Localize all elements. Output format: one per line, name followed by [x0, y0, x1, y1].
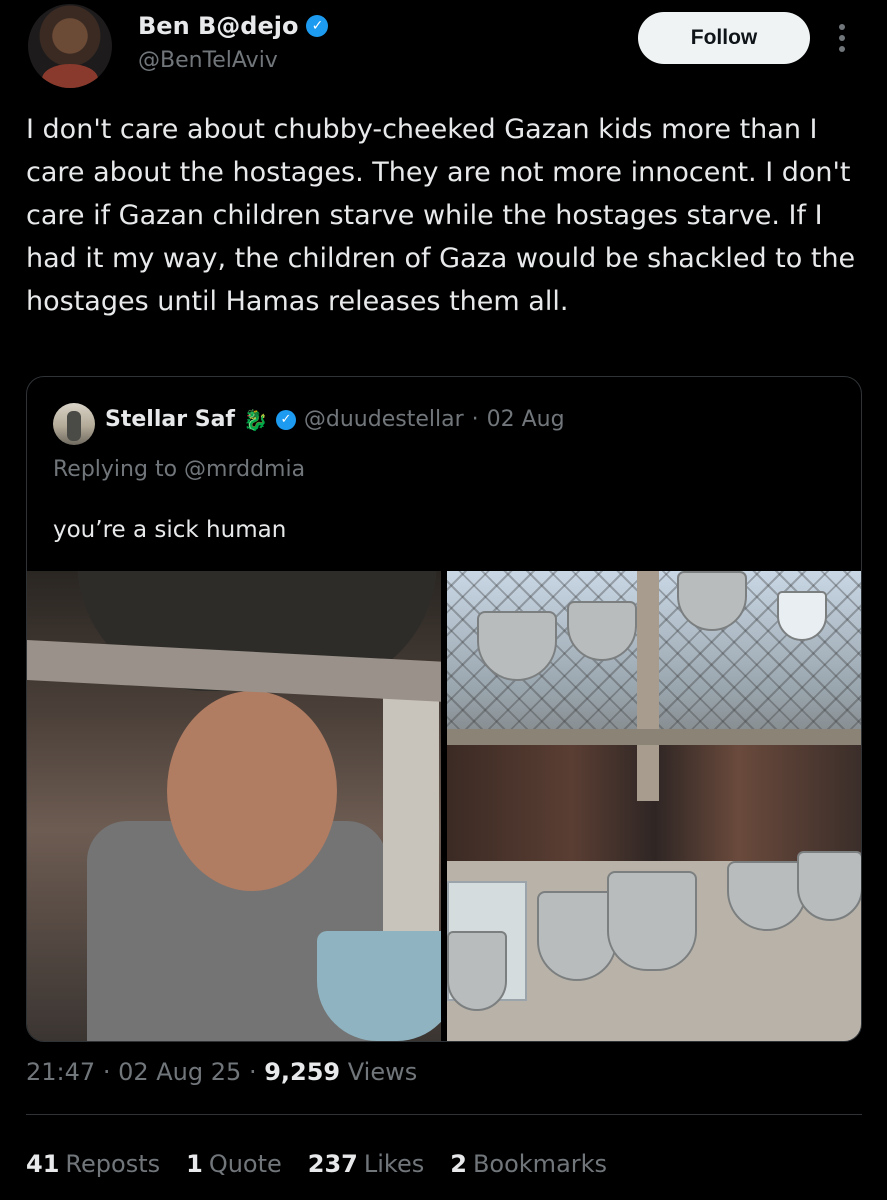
quoted-separator: ·	[471, 407, 479, 432]
quoted-author-name[interactable]: Stellar Saf	[105, 407, 235, 432]
reposts-count: 41	[26, 1150, 60, 1178]
bookmarks-stat[interactable]: 2 Bookmarks	[450, 1150, 607, 1178]
likes-label: Likes	[363, 1150, 425, 1178]
quoted-date[interactable]: 02 Aug	[487, 407, 565, 432]
views-count: 9,259	[264, 1058, 341, 1086]
quotes-label: Quote	[208, 1150, 282, 1178]
divider	[26, 1114, 862, 1115]
meta-separator: ·	[102, 1058, 111, 1086]
author-avatar[interactable]	[28, 4, 112, 88]
author-display-name[interactable]: Ben B@dejo	[138, 12, 298, 40]
quoted-tweet-text: you’re a sick human	[53, 517, 287, 543]
tweet-text: I don't care about chubby-cheeked Gazan …	[26, 114, 856, 317]
views-label: Views	[347, 1058, 418, 1086]
engagement-stats: 41 Reposts 1 Quote 237 Likes 2 Bookmarks	[26, 1150, 607, 1178]
bookmarks-label: Bookmarks	[472, 1150, 608, 1178]
more-icon[interactable]	[832, 20, 852, 56]
verified-badge-icon: ✓	[306, 15, 329, 37]
quotes-stat[interactable]: 1 Quote	[186, 1150, 282, 1178]
quoted-author-handle[interactable]: @duudestellar	[304, 407, 464, 432]
follow-button[interactable]: Follow	[638, 12, 810, 64]
tweet-time[interactable]: 21:47	[26, 1058, 95, 1086]
author-handle[interactable]: @BenTelAviv	[138, 48, 278, 73]
quoted-author-row: Stellar Saf 🐉 ✓ @duudestellar · 02 Aug	[105, 407, 565, 432]
reposts-label: Reposts	[65, 1150, 161, 1178]
meta-separator: ·	[248, 1058, 257, 1086]
quoted-photo-crowd-pots[interactable]	[447, 571, 861, 1041]
quoted-tweet[interactable]: Stellar Saf 🐉 ✓ @duudestellar · 02 Aug R…	[26, 376, 862, 1042]
tweet-date[interactable]: 02 Aug 25	[118, 1058, 241, 1086]
reposts-stat[interactable]: 41 Reposts	[26, 1150, 160, 1178]
quoted-photo-child-crying[interactable]	[27, 571, 441, 1041]
likes-count: 237	[307, 1150, 358, 1178]
tweet-meta: 21:47 · 02 Aug 25 · 9,259 Views	[26, 1058, 417, 1086]
verified-badge-icon: ✓	[275, 409, 296, 430]
quotes-count: 1	[186, 1150, 203, 1178]
quoted-replying-to[interactable]: Replying to @mrddmia	[53, 457, 305, 482]
tweet-header: Ben B@dejo ✓ @BenTelAviv Follow	[0, 0, 887, 100]
snake-emoji-icon: 🐉	[242, 407, 268, 432]
quoted-author-avatar[interactable]	[53, 403, 95, 445]
author-name-row: Ben B@dejo ✓	[138, 12, 329, 40]
bookmarks-count: 2	[450, 1150, 467, 1178]
likes-stat[interactable]: 237 Likes	[308, 1150, 424, 1178]
